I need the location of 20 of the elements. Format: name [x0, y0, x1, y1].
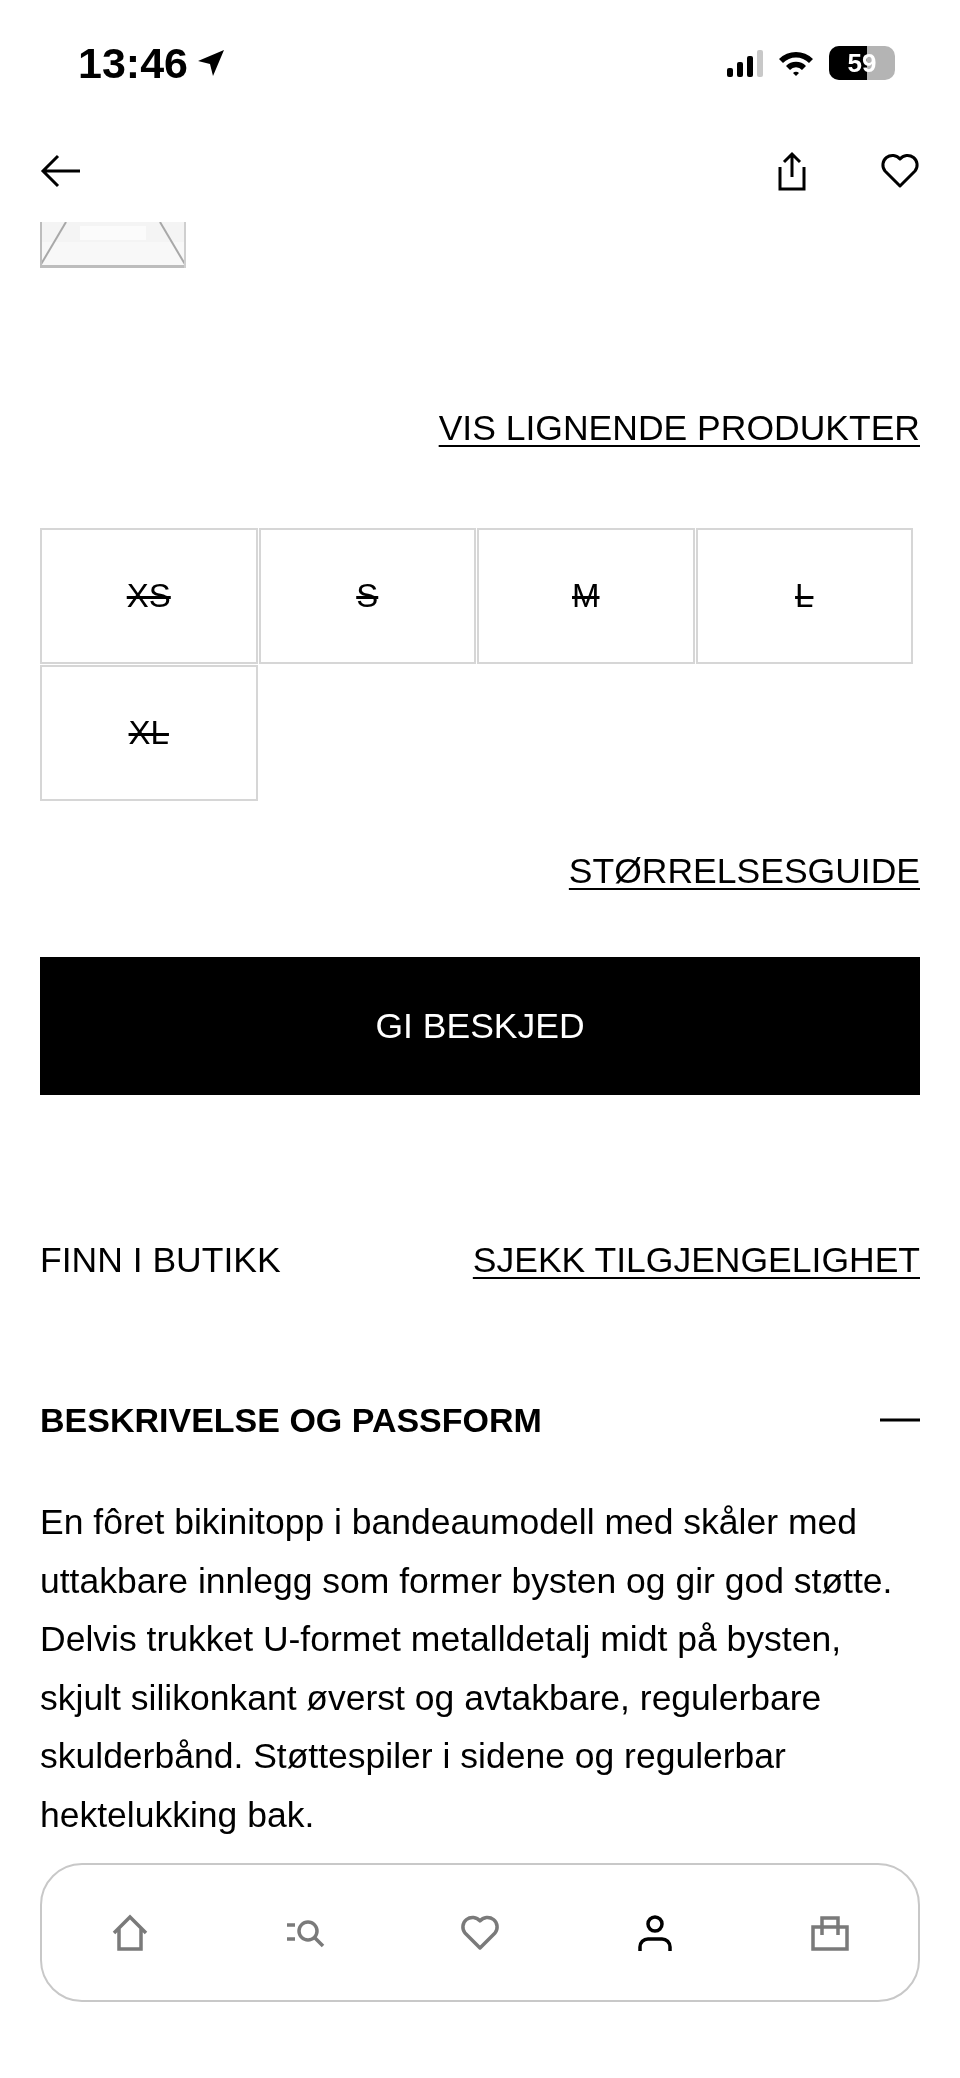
heart-icon[interactable] — [880, 153, 920, 189]
location-arrow-icon — [196, 48, 226, 78]
description-text: En fôret bikinitopp i bandeaumodell med skåler med uttakbare innlegg som former bysten og gir god støtte. Delvis trukket U-formet metalldetalj midt på bysten, skjult silikonkant øverst og avtakbare, regulerbare skulderbånd. Støttespiler i sidene og regulerbar hektelukking bak. — [40, 1501, 894, 1837]
section-heading: BESKRIVELSE OG PASSFORM — [40, 1400, 542, 1440]
size-guide-link[interactable]: STØRRELSESGUIDE — [568, 851, 920, 891]
home-icon[interactable] — [110, 1912, 150, 1953]
signal-icon — [727, 49, 763, 77]
wifi-icon — [777, 49, 815, 77]
back-arrow-icon[interactable] — [40, 154, 82, 188]
size-option[interactable]: XL — [40, 665, 258, 801]
size-option[interactable]: XS — [40, 528, 258, 664]
similar-products-link[interactable]: VIS LIGNENDE PRODUKTER — [438, 408, 920, 448]
clock-time: 13:46 — [78, 38, 188, 88]
person-icon[interactable] — [635, 1912, 675, 1953]
notify-button[interactable]: GI BESKJED — [40, 957, 920, 1095]
find-in-store-label: FINN I BUTIKK — [40, 1240, 281, 1280]
size-option[interactable]: M — [477, 528, 695, 664]
check-availability-link[interactable]: SJEKK TILGJENGELIGHET — [472, 1240, 920, 1280]
size-option[interactable]: L — [695, 528, 913, 664]
size-option[interactable]: S — [258, 528, 476, 664]
